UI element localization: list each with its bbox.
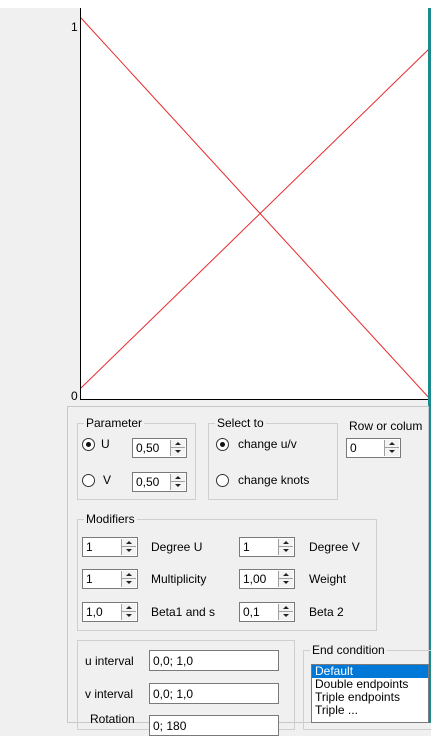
v-radio-label: V: [103, 473, 112, 487]
end-condition-list[interactable]: Default Double endpoints Triple endpoint…: [311, 664, 429, 723]
spin-up-icon[interactable]: [171, 474, 185, 482]
beta2-stepper[interactable]: 0,1: [239, 602, 295, 622]
beta2-spin[interactable]: [278, 604, 293, 620]
rotation-label: Rotation: [90, 712, 135, 726]
degree-v-label: Degree V: [309, 540, 360, 554]
u-interval-label: u interval: [85, 654, 134, 668]
u-interval-value: 0,0; 1,0: [153, 654, 194, 668]
spin-down-icon[interactable]: [171, 482, 185, 490]
beta2-label: Beta 2: [309, 605, 344, 619]
parameter-legend: Parameter: [86, 416, 143, 430]
weight-spin[interactable]: [278, 571, 293, 587]
spin-up-icon[interactable]: [122, 604, 136, 612]
change-knots-label: change knots: [238, 473, 310, 487]
top-strip: [0, 0, 431, 8]
change-uv-label: change u/v: [238, 437, 297, 451]
change-knots-radio[interactable]: [216, 474, 229, 487]
degree-v-stepper[interactable]: 1: [239, 537, 295, 557]
list-item[interactable]: Triple ...: [312, 704, 428, 717]
plot-lines: [81, 17, 431, 400]
spin-up-icon[interactable]: [279, 539, 293, 547]
change-uv-radio[interactable]: [216, 438, 229, 451]
modifiers-legend: Modifiers: [86, 512, 135, 526]
v-radio[interactable]: [82, 474, 95, 487]
spin-down-icon[interactable]: [279, 579, 293, 587]
spin-down-icon[interactable]: [122, 579, 136, 587]
v-interval-input[interactable]: 0,0; 1,0: [149, 683, 279, 704]
spin-down-icon[interactable]: [171, 448, 185, 456]
row-col-spin[interactable]: [384, 440, 399, 456]
u-radio[interactable]: [82, 438, 95, 451]
degree-v-spin[interactable]: [278, 539, 293, 555]
spin-up-icon[interactable]: [279, 604, 293, 612]
multiplicity-spin[interactable]: [121, 571, 136, 587]
beta1-value: 1,0: [86, 605, 103, 619]
spin-down-icon[interactable]: [122, 612, 136, 620]
u-value: 0,50: [136, 441, 160, 455]
multiplicity-stepper[interactable]: 1: [82, 569, 138, 589]
u-value-stepper[interactable]: 0,50: [132, 438, 187, 458]
degree-u-value: 1: [86, 540, 93, 554]
y-axis-top-label: 1: [71, 20, 78, 34]
v-interval-value: 0,0; 1,0: [153, 687, 194, 701]
u-spin[interactable]: [170, 440, 185, 456]
weight-value: 1,00: [243, 572, 267, 586]
multiplicity-label: Multiplicity: [151, 572, 207, 586]
spin-down-icon[interactable]: [279, 547, 293, 555]
multiplicity-value: 1: [86, 572, 93, 586]
end-condition-legend: End condition: [312, 643, 385, 657]
beta2-value: 0,1: [243, 605, 260, 619]
weight-label: Weight: [309, 572, 347, 586]
beta1-spin[interactable]: [121, 604, 136, 620]
v-value: 0,50: [136, 475, 160, 489]
degree-u-spin[interactable]: [121, 539, 136, 555]
rotation-value: 0; 180: [153, 719, 187, 733]
spin-up-icon[interactable]: [122, 571, 136, 579]
u-radio-label: U: [101, 437, 110, 451]
spin-up-icon[interactable]: [385, 440, 399, 448]
spin-up-icon[interactable]: [171, 440, 185, 448]
row-col-stepper[interactable]: 0: [346, 438, 401, 458]
degree-u-stepper[interactable]: 1: [82, 537, 138, 557]
descending-curve-line: [81, 17, 431, 400]
degree-v-value: 1: [243, 540, 250, 554]
v-interval-label: v interval: [85, 687, 134, 701]
ascending-curve-line: [81, 47, 431, 389]
curve-plot-canvas[interactable]: [80, 8, 431, 400]
beta1-stepper[interactable]: 1,0: [82, 602, 138, 622]
u-interval-input[interactable]: 0,0; 1,0: [149, 650, 279, 671]
v-value-stepper[interactable]: 0,50: [132, 472, 187, 492]
row-col-value: 0: [350, 441, 357, 455]
rotation-input[interactable]: 0; 180: [149, 715, 279, 736]
spin-up-icon[interactable]: [122, 539, 136, 547]
origin-label: 0: [71, 389, 78, 403]
select-to-legend: Select to: [217, 416, 264, 430]
beta1-label: Beta1 and s: [151, 605, 216, 619]
spin-down-icon[interactable]: [385, 448, 399, 456]
spin-down-icon[interactable]: [279, 612, 293, 620]
select-to-group: Select to: [208, 417, 338, 500]
weight-stepper[interactable]: 1,00: [239, 569, 295, 589]
spin-up-icon[interactable]: [279, 571, 293, 579]
row-col-label: Row or colum: [349, 419, 423, 433]
spin-down-icon[interactable]: [122, 547, 136, 555]
degree-u-label: Degree U: [151, 540, 203, 554]
v-spin[interactable]: [170, 474, 185, 490]
